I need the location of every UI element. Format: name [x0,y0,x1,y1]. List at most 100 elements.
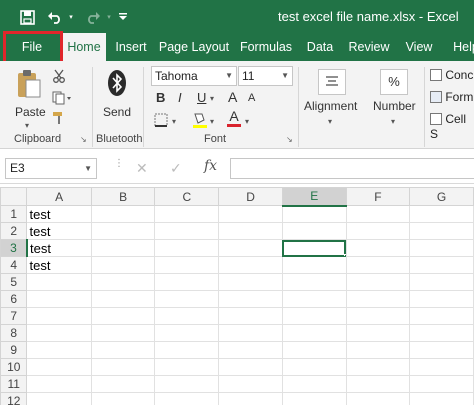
number-button[interactable]: % Number ▾ [370,67,420,127]
cell-b10[interactable] [90,358,156,376]
cell-e1[interactable] [281,205,347,223]
select-all-corner[interactable] [0,187,28,206]
cell-a1[interactable]: test [26,205,92,223]
cell-d5[interactable] [218,273,283,291]
row-header[interactable]: 4 [0,256,28,274]
redo-icon[interactable] [82,6,104,28]
cell-d4[interactable] [218,256,283,274]
font-launcher-icon[interactable]: ↘ [286,135,293,144]
cell-c1[interactable] [154,205,220,223]
cell-g12[interactable] [409,392,474,405]
fill-handle[interactable] [343,254,346,256]
column-header-f[interactable]: F [345,187,411,206]
cell-f6[interactable] [345,290,411,308]
save-icon[interactable] [16,6,38,28]
cell-f3[interactable] [345,239,411,257]
cell-a11[interactable] [26,375,92,393]
cell-c9[interactable] [154,341,220,359]
underline-button[interactable]: U [197,90,206,105]
tab-page-layout[interactable]: Page Layout [158,33,230,61]
cell-d1[interactable] [218,205,283,223]
confirm-edit-button[interactable]: ✓ [170,160,182,177]
cell-c3[interactable] [154,239,220,257]
cell-b9[interactable] [90,341,156,359]
row-header[interactable]: 2 [0,222,28,240]
cell-g11[interactable] [409,375,474,393]
column-header-g[interactable]: G [409,187,474,206]
tab-view[interactable]: View [400,33,438,61]
tab-insert[interactable]: Insert [110,33,152,61]
cell-a3[interactable]: test [26,239,92,257]
cell-b4[interactable] [90,256,156,274]
cell-f5[interactable] [345,273,411,291]
cell-c10[interactable] [154,358,220,376]
cell-a12[interactable] [26,392,92,405]
column-header-b[interactable]: B [90,187,156,206]
row-header[interactable]: 9 [0,341,28,359]
cell-b5[interactable] [90,273,156,291]
cancel-edit-button[interactable]: ✕ [136,160,148,177]
cell-f10[interactable] [345,358,411,376]
tab-formulas[interactable]: Formulas [236,33,296,61]
cell-g4[interactable] [409,256,474,274]
cell-a2[interactable]: test [26,222,92,240]
cell-e7[interactable] [281,307,347,325]
cut-icon[interactable] [52,69,68,85]
cell-f1[interactable] [345,205,411,223]
cell-a6[interactable] [26,290,92,308]
cell-a9[interactable] [26,341,92,359]
cell-d7[interactable] [218,307,283,325]
cell-d10[interactable] [218,358,283,376]
conditional-formatting-button[interactable]: Conc [430,67,474,85]
column-header-e[interactable]: E [281,187,347,207]
shrink-font-button[interactable]: A [248,92,255,104]
cell-d8[interactable] [218,324,283,342]
cell-a8[interactable] [26,324,92,342]
paste-button[interactable]: Paste ▾ [10,67,48,130]
cell-f11[interactable] [345,375,411,393]
cell-d6[interactable] [218,290,283,308]
cell-styles-button[interactable]: Cell S [430,111,474,141]
row-header[interactable]: 3 [0,239,29,257]
copy-icon[interactable] [52,91,74,107]
cell-f2[interactable] [345,222,411,240]
redo-dropdown-icon[interactable]: ▾ [104,6,114,28]
cell-d12[interactable] [218,392,283,405]
tab-home[interactable]: Home [62,33,106,61]
cell-e6[interactable] [281,290,347,308]
alignment-button[interactable]: Alignment ▾ [302,67,360,127]
cell-d3[interactable] [218,239,283,257]
cell-g10[interactable] [409,358,474,376]
font-color-dropdown-icon[interactable]: ▾ [245,117,249,126]
cell-f12[interactable] [345,392,411,405]
format-as-table-button[interactable]: Form [430,89,474,107]
row-header[interactable]: 5 [0,273,28,291]
row-header[interactable]: 12 [0,392,28,405]
row-header[interactable]: 1 [0,205,28,223]
formula-input[interactable] [230,158,474,179]
column-header-a[interactable]: A [26,187,92,206]
cell-g9[interactable] [409,341,474,359]
cell-b11[interactable] [90,375,156,393]
column-header-d[interactable]: D [218,187,283,206]
font-size-select[interactable]: 11 ▼ [238,66,293,86]
cell-c12[interactable] [154,392,220,405]
paste-dropdown-icon[interactable]: ▾ [25,121,29,130]
undo-dropdown-icon[interactable]: ▾ [66,6,76,28]
cell-b6[interactable] [90,290,156,308]
row-header[interactable]: 6 [0,290,28,308]
cell-e10[interactable] [281,358,347,376]
grow-font-button[interactable]: A [228,89,237,105]
cell-a7[interactable] [26,307,92,325]
cell-c2[interactable] [154,222,220,240]
cell-c5[interactable] [154,273,220,291]
cell-c4[interactable] [154,256,220,274]
column-header-c[interactable]: C [154,187,220,206]
cell-g3[interactable] [409,239,474,257]
cell-c11[interactable] [154,375,220,393]
cell-b1[interactable] [90,205,156,223]
formula-bar-dots-icon[interactable]: ⋮ [114,159,124,169]
cell-e5[interactable] [281,273,347,291]
tab-data[interactable]: Data [302,33,338,61]
row-header[interactable]: 10 [0,358,28,376]
